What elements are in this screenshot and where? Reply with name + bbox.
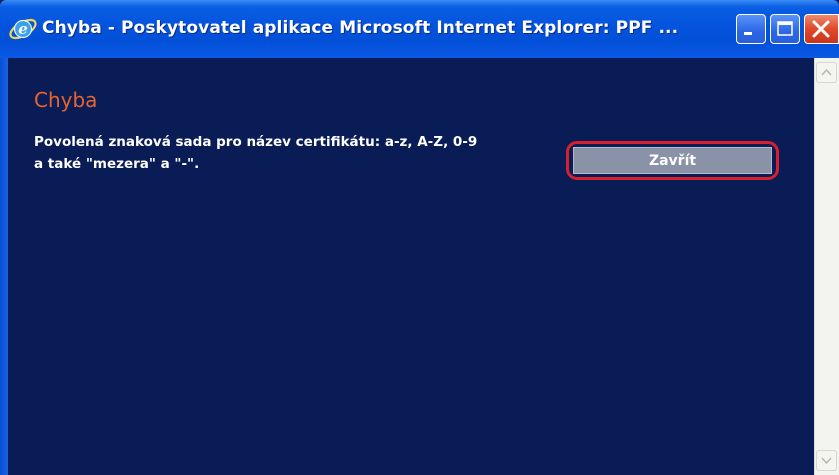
internet-explorer-icon: e bbox=[8, 14, 38, 44]
close-icon bbox=[812, 20, 830, 38]
minimize-button[interactable] bbox=[736, 14, 766, 44]
window-left-border bbox=[0, 58, 8, 475]
minimize-icon bbox=[744, 32, 752, 35]
chevron-down-icon bbox=[821, 457, 832, 465]
svg-text:e: e bbox=[18, 20, 28, 38]
error-message-line-2: a také "mezera" a "-". bbox=[34, 156, 200, 172]
maximize-icon bbox=[777, 21, 793, 36]
dialog-window: e Chyba - Poskytovatel aplikace Microsof… bbox=[0, 0, 839, 475]
maximize-button[interactable] bbox=[770, 14, 800, 44]
window-title: Chyba - Poskytovatel aplikace Microsoft … bbox=[42, 18, 679, 38]
error-message: Povolená znaková sada pro název certifik… bbox=[34, 131, 574, 175]
vertical-scrollbar[interactable] bbox=[814, 58, 839, 475]
title-bar[interactable]: e Chyba - Poskytovatel aplikace Microsof… bbox=[0, 0, 839, 58]
scroll-down-button[interactable] bbox=[816, 450, 837, 471]
close-button-label[interactable]: Zavřít bbox=[573, 147, 772, 174]
dialog-content-area bbox=[8, 58, 814, 475]
scroll-up-button[interactable] bbox=[816, 62, 837, 83]
chevron-up-icon bbox=[821, 68, 832, 76]
dialog-heading: Chyba bbox=[34, 88, 98, 112]
close-window-button[interactable] bbox=[804, 14, 839, 44]
error-message-line-1: Povolená znaková sada pro název certifik… bbox=[34, 134, 478, 150]
close-button[interactable]: Zavřít bbox=[566, 141, 779, 180]
